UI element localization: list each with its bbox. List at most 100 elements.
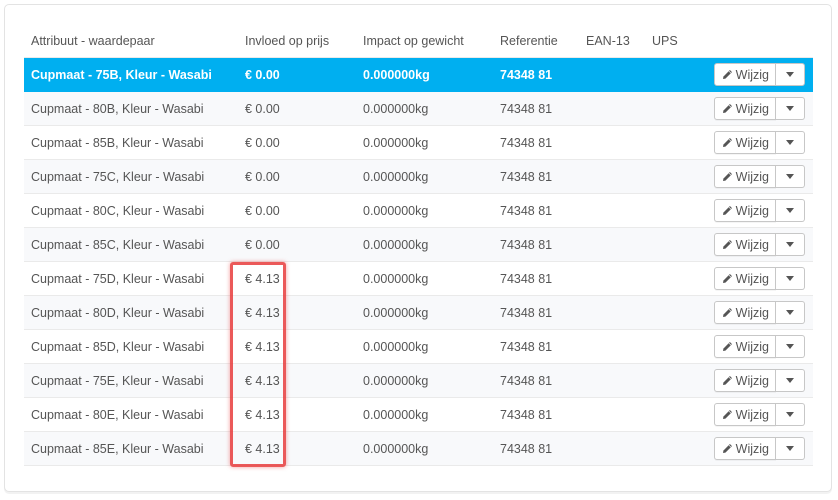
cell-actions: Wijzig (685, 125, 813, 160)
cell-weight-impact: 0.000000kg (356, 193, 493, 228)
table-row[interactable]: Cupmaat - 80D, Kleur - Wasabi € 4.13 0.0… (24, 295, 813, 330)
header-ups[interactable]: UPS (645, 24, 685, 58)
edit-button[interactable]: Wijzig (713, 369, 776, 392)
cell-reference: 74348 81 (493, 397, 579, 432)
edit-button[interactable]: Wijzig (713, 97, 776, 120)
pencil-icon (722, 274, 732, 283)
table-row[interactable]: Cupmaat - 85C, Kleur - Wasabi € 0.00 0.0… (24, 227, 813, 262)
table-row[interactable]: Cupmaat - 85B, Kleur - Wasabi € 0.00 0.0… (24, 125, 813, 160)
edit-button-group: Wijzig (713, 131, 805, 154)
cell-attributes: Cupmaat - 75B, Kleur - Wasabi (24, 57, 238, 92)
table-row[interactable]: Cupmaat - 80C, Kleur - Wasabi € 0.00 0.0… (24, 193, 813, 228)
cell-weight-impact: 0.000000kg (356, 159, 493, 194)
cell-ean13 (579, 193, 645, 228)
cell-actions: Wijzig (685, 431, 813, 466)
table-row[interactable]: Cupmaat - 75E, Kleur - Wasabi € 4.13 0.0… (24, 363, 813, 398)
edit-dropdown-toggle[interactable] (776, 301, 805, 324)
edit-button-label: Wijzig (735, 203, 769, 218)
cell-weight-impact: 0.000000kg (356, 91, 493, 126)
cell-price-impact: € 4.13 (238, 397, 356, 432)
header-reference[interactable]: Referentie (493, 24, 579, 58)
edit-dropdown-toggle[interactable] (776, 165, 805, 188)
cell-reference: 74348 81 (493, 329, 579, 364)
header-attributes[interactable]: Attribuut - waardepaar (24, 24, 238, 58)
cell-ean13 (579, 91, 645, 126)
table-row[interactable]: Cupmaat - 80B, Kleur - Wasabi € 0.00 0.0… (24, 91, 813, 126)
cell-ean13 (579, 159, 645, 194)
cell-reference: 74348 81 (493, 227, 579, 262)
edit-button[interactable]: Wijzig (713, 199, 776, 222)
header-actions (685, 24, 813, 58)
table-row[interactable]: Cupmaat - 80E, Kleur - Wasabi € 4.13 0.0… (24, 397, 813, 432)
caret-down-icon (786, 208, 794, 213)
cell-attributes: Cupmaat - 75D, Kleur - Wasabi (24, 261, 238, 296)
pencil-icon (722, 70, 732, 79)
cell-attributes: Cupmaat - 75E, Kleur - Wasabi (24, 363, 238, 398)
edit-button-label: Wijzig (735, 339, 769, 354)
caret-down-icon (786, 344, 794, 349)
table-row[interactable]: Cupmaat - 85E, Kleur - Wasabi € 4.13 0.0… (24, 431, 813, 466)
edit-dropdown-toggle[interactable] (776, 97, 805, 120)
edit-button-group: Wijzig (713, 63, 805, 86)
cell-ean13 (579, 329, 645, 364)
table-row[interactable]: Cupmaat - 85D, Kleur - Wasabi € 4.13 0.0… (24, 329, 813, 364)
cell-ups (645, 329, 685, 364)
edit-dropdown-toggle[interactable] (776, 233, 805, 256)
cell-price-impact: € 0.00 (238, 125, 356, 160)
edit-dropdown-toggle[interactable] (776, 267, 805, 290)
edit-button[interactable]: Wijzig (713, 403, 776, 426)
edit-button-group: Wijzig (713, 403, 805, 426)
cell-ean13 (579, 363, 645, 398)
edit-dropdown-toggle[interactable] (776, 63, 805, 86)
pencil-icon (722, 410, 732, 419)
caret-down-icon (786, 412, 794, 417)
header-ean13[interactable]: EAN-13 (579, 24, 645, 58)
cell-ups (645, 431, 685, 466)
edit-button[interactable]: Wijzig (713, 165, 776, 188)
cell-ups (645, 193, 685, 228)
cell-weight-impact: 0.000000kg (356, 397, 493, 432)
cell-actions: Wijzig (685, 363, 813, 398)
cell-price-impact: € 0.00 (238, 227, 356, 262)
caret-down-icon (786, 276, 794, 281)
edit-dropdown-toggle[interactable] (776, 199, 805, 222)
cell-ups (645, 261, 685, 296)
edit-button[interactable]: Wijzig (713, 131, 776, 154)
table-row[interactable]: Cupmaat - 75C, Kleur - Wasabi € 0.00 0.0… (24, 159, 813, 194)
edit-dropdown-toggle[interactable] (776, 437, 805, 460)
cell-ean13 (579, 295, 645, 330)
edit-dropdown-toggle[interactable] (776, 369, 805, 392)
caret-down-icon (786, 446, 794, 451)
cell-attributes: Cupmaat - 85D, Kleur - Wasabi (24, 329, 238, 364)
edit-dropdown-toggle[interactable] (776, 335, 805, 358)
cell-reference: 74348 81 (493, 159, 579, 194)
edit-button[interactable]: Wijzig (713, 437, 776, 460)
cell-reference: 74348 81 (493, 295, 579, 330)
cell-reference: 74348 81 (493, 125, 579, 160)
header-price-impact[interactable]: Invloed op prijs (238, 24, 356, 58)
table-row[interactable]: Cupmaat - 75B, Kleur - Wasabi € 0.00 0.0… (24, 57, 813, 92)
header-weight-impact[interactable]: Impact op gewicht (356, 24, 493, 58)
combinations-table: Attribuut - waardepaar Invloed op prijs … (24, 24, 813, 466)
pencil-icon (722, 376, 732, 385)
cell-price-impact: € 4.13 (238, 261, 356, 296)
edit-button-group: Wijzig (713, 233, 805, 256)
cell-attributes: Cupmaat - 80E, Kleur - Wasabi (24, 397, 238, 432)
edit-button[interactable]: Wijzig (713, 301, 776, 324)
edit-button-group: Wijzig (713, 369, 805, 392)
edit-button[interactable]: Wijzig (713, 63, 776, 86)
edit-dropdown-toggle[interactable] (776, 403, 805, 426)
cell-attributes: Cupmaat - 80C, Kleur - Wasabi (24, 193, 238, 228)
cell-price-impact: € 0.00 (238, 91, 356, 126)
cell-actions: Wijzig (685, 227, 813, 262)
edit-button[interactable]: Wijzig (713, 335, 776, 358)
edit-button[interactable]: Wijzig (713, 267, 776, 290)
pencil-icon (722, 240, 732, 249)
table-row[interactable]: Cupmaat - 75D, Kleur - Wasabi € 4.13 0.0… (24, 261, 813, 296)
cell-reference: 74348 81 (493, 57, 579, 92)
edit-button[interactable]: Wijzig (713, 233, 776, 256)
edit-dropdown-toggle[interactable] (776, 131, 805, 154)
cell-ean13 (579, 397, 645, 432)
cell-ean13 (579, 125, 645, 160)
cell-weight-impact: 0.000000kg (356, 261, 493, 296)
